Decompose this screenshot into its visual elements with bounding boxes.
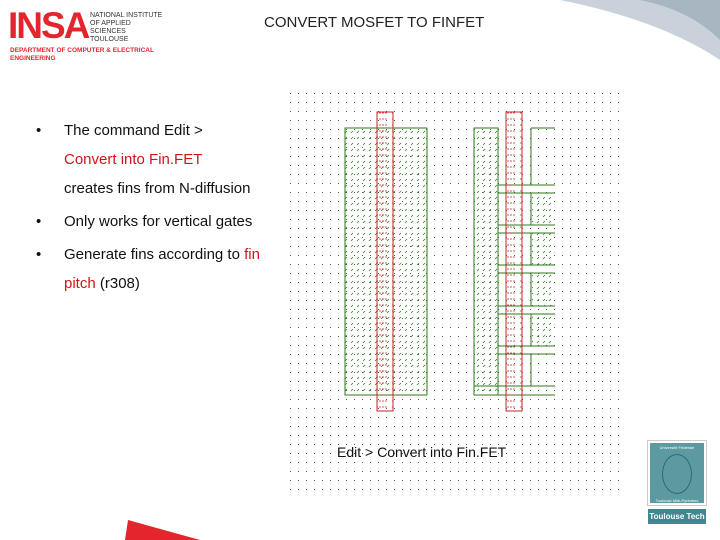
layout-diagram	[283, 85, 623, 495]
toulouse-tech-label: Toulouse Tech	[648, 509, 706, 524]
bullet-list: • The command Edit > Convert into Fin.FET…	[36, 116, 266, 298]
slide-title: CONVERT MOSFET TO FINFET	[264, 14, 485, 31]
bullet-item: • The command Edit > Convert into Fin.FET…	[36, 122, 251, 197]
mosfet-transistor	[344, 111, 428, 412]
toulouse-tech-logo: Université Fédérale Toulouse Midi-Pyréné…	[647, 440, 707, 525]
bullet-item: • Generate fins according to fin pitch (…	[36, 246, 260, 292]
decorative-swoosh	[560, 0, 720, 60]
university-seal: Université Fédérale Toulouse Midi-Pyréné…	[647, 440, 707, 506]
bullet-item: • Only works for vertical gates	[36, 213, 253, 230]
department-label: DEPARTMENT OF COMPUTER & ELECTRICAL ENGIN…	[10, 47, 154, 62]
decorative-red-shape	[125, 520, 200, 540]
diagram-caption: Edit > Convert into Fin.FET	[337, 444, 507, 460]
insa-logo-subtitle: NATIONAL INSTITUTE OF APPLIED SCIENCES TOUL…	[90, 12, 163, 43]
insa-logo: INSA	[8, 5, 90, 46]
